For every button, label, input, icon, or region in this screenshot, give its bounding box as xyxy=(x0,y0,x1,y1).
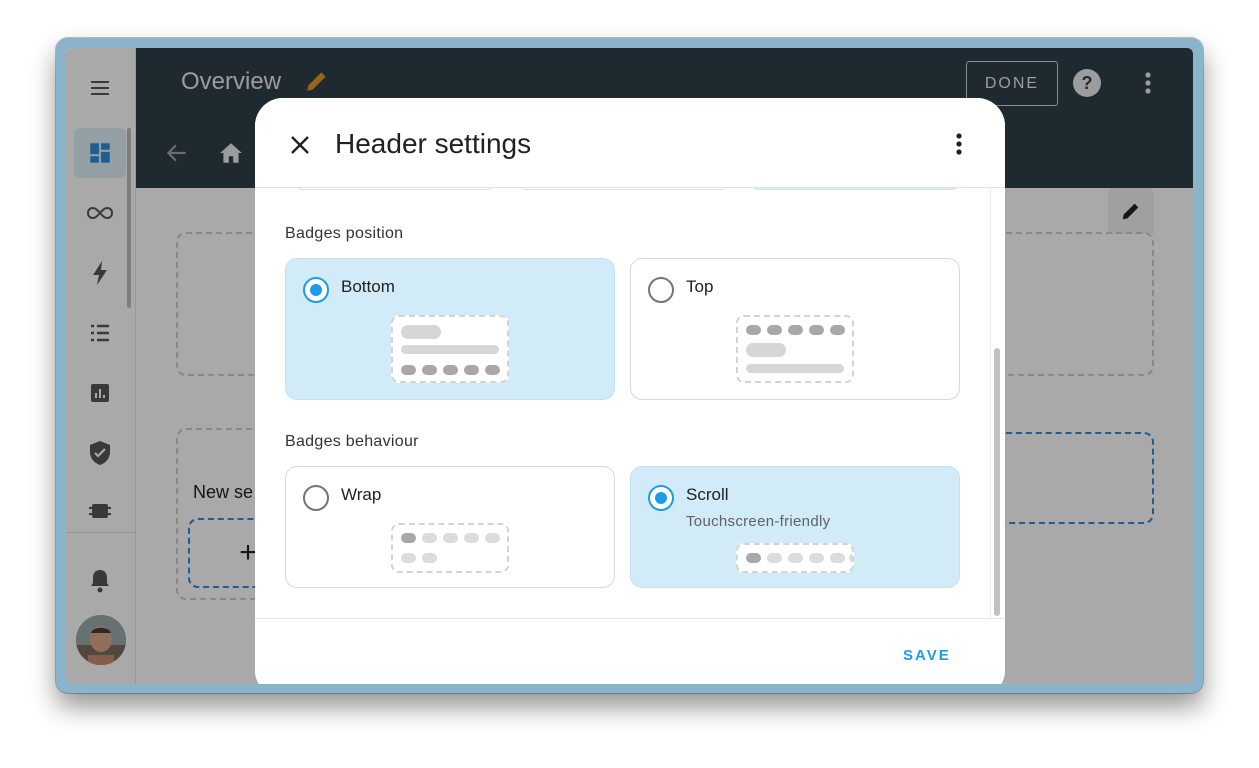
section-label-badges-position: Badges position xyxy=(285,225,404,242)
option-label: Bottom xyxy=(341,277,395,296)
app-window: Overview DONE ? New se + Header settings… xyxy=(56,38,1203,693)
scroll-preview xyxy=(736,543,854,573)
dialog-title: Header settings xyxy=(335,128,532,159)
radio-top[interactable] xyxy=(648,277,674,303)
option-card-partial xyxy=(750,188,960,190)
section-label-badges-behaviour: Badges behaviour xyxy=(285,433,419,450)
header-settings-dialog: Header settings Badges position Bottom T… xyxy=(255,98,1005,684)
wrap-preview xyxy=(391,523,509,573)
option-label: Top xyxy=(686,277,714,296)
dialog-menu-button[interactable] xyxy=(947,130,971,163)
dialog-scroll-track xyxy=(990,188,991,618)
option-card-partial xyxy=(295,188,495,190)
option-wrap[interactable]: Wrap xyxy=(285,466,615,588)
top-preview xyxy=(736,315,854,383)
option-top[interactable]: Top xyxy=(630,258,960,400)
dialog-body: Badges position Bottom Top Badges behavi… xyxy=(255,188,1005,618)
option-card-partial xyxy=(518,188,728,190)
app-screen: Overview DONE ? New se + Header settings… xyxy=(66,48,1193,684)
more-vertical-icon xyxy=(956,133,962,155)
option-label: Wrap xyxy=(341,485,382,504)
option-scroll[interactable]: Scroll Touchscreen-friendly xyxy=(630,466,960,588)
close-button[interactable] xyxy=(285,130,315,160)
close-icon xyxy=(291,136,309,154)
radio-wrap[interactable] xyxy=(303,485,329,511)
save-button[interactable]: SAVE xyxy=(903,647,951,664)
dialog-header: Header settings xyxy=(255,98,1005,188)
radio-scroll[interactable] xyxy=(648,485,674,511)
option-label: Scroll xyxy=(686,485,729,504)
option-subtitle: Touchscreen-friendly xyxy=(686,513,831,530)
bottom-preview xyxy=(391,315,509,383)
dialog-footer: SAVE xyxy=(255,618,1005,684)
radio-bottom[interactable] xyxy=(303,277,329,303)
option-bottom[interactable]: Bottom xyxy=(285,258,615,400)
dialog-scrollbar[interactable] xyxy=(994,348,1000,616)
